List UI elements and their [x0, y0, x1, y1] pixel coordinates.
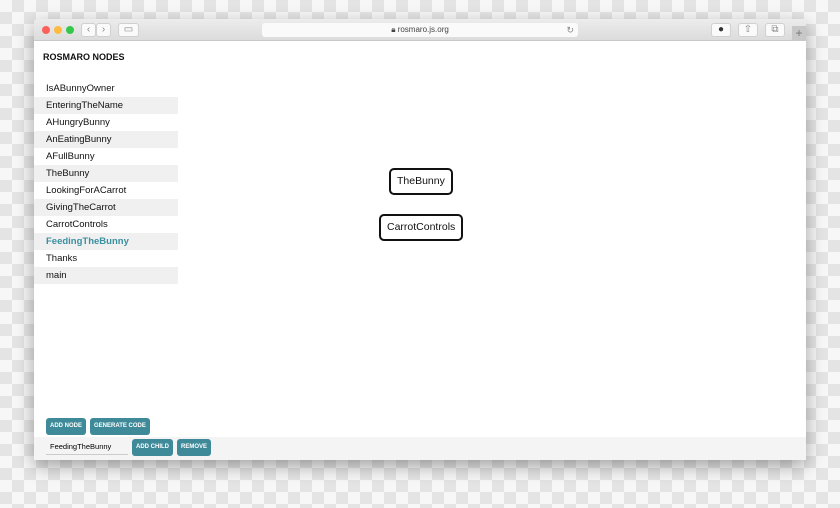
add-node-button[interactable]: ADD NODE [46, 418, 87, 435]
new-tab-button[interactable]: + [792, 26, 806, 41]
back-button[interactable]: ‹ [81, 23, 96, 37]
node-list-item[interactable]: Thanks [34, 250, 178, 267]
node-list-item[interactable]: AFullBunny [34, 148, 178, 165]
title-bar: ‹ › ▭ 🔒︎ rosmaro.js.org ↻ ● ⇧ ⧉ + [34, 19, 806, 41]
add-child-button[interactable]: ADD CHILD [132, 439, 173, 456]
node-list-item[interactable]: AnEatingBunny [34, 131, 178, 148]
node-list-item[interactable]: TheBunny [34, 165, 178, 182]
reload-icon[interactable]: ↻ [566, 23, 574, 37]
node-list-item[interactable]: main [34, 267, 178, 284]
node-name-input[interactable] [46, 438, 128, 455]
remove-button[interactable]: REMOVE [177, 439, 212, 456]
node-list: IsABunnyOwner EnteringTheName AHungryBun… [34, 80, 178, 284]
address-bar[interactable]: 🔒︎ rosmaro.js.org ↻ [262, 23, 578, 37]
node-list-item[interactable]: IsABunnyOwner [34, 80, 178, 97]
minimize-window-button[interactable] [54, 26, 62, 34]
node-list-item[interactable]: EnteringTheName [34, 97, 178, 114]
node-list-item-active[interactable]: FeedingTheBunny [34, 233, 178, 250]
download-icon[interactable]: ● [711, 23, 731, 37]
zoom-window-button[interactable] [66, 26, 74, 34]
sidebar: ROSMARO NODES IsABunnyOwner EnteringTheN… [34, 42, 178, 437]
graph-node[interactable]: TheBunny [389, 168, 453, 195]
lock-icon: 🔒︎ [391, 25, 396, 34]
node-list-item[interactable]: CarrotControls [34, 216, 178, 233]
graph-node[interactable]: CarrotControls [379, 214, 464, 241]
tabs-overview-icon[interactable]: ⧉ [765, 23, 785, 37]
node-list-item[interactable]: AHungryBunny [34, 114, 178, 131]
node-list-item[interactable]: GivingTheCarrot [34, 199, 178, 216]
browser-window: ‹ › ▭ 🔒︎ rosmaro.js.org ↻ ● ⇧ ⧉ + ROSMARO… [34, 19, 806, 460]
generate-code-button[interactable]: GENERATE CODE [90, 418, 150, 435]
sidebar-toggle-icon[interactable]: ▭ [118, 23, 139, 37]
node-list-item[interactable]: LookingForACarrot [34, 182, 178, 199]
url-text: rosmaro.js.org [397, 25, 449, 34]
graph-canvas[interactable]: TheBunny CarrotControls [178, 42, 806, 437]
share-icon[interactable]: ⇧ [738, 23, 758, 37]
sidebar-title: ROSMARO NODES [43, 52, 125, 62]
forward-button[interactable]: › [96, 23, 111, 37]
close-window-button[interactable] [42, 26, 50, 34]
